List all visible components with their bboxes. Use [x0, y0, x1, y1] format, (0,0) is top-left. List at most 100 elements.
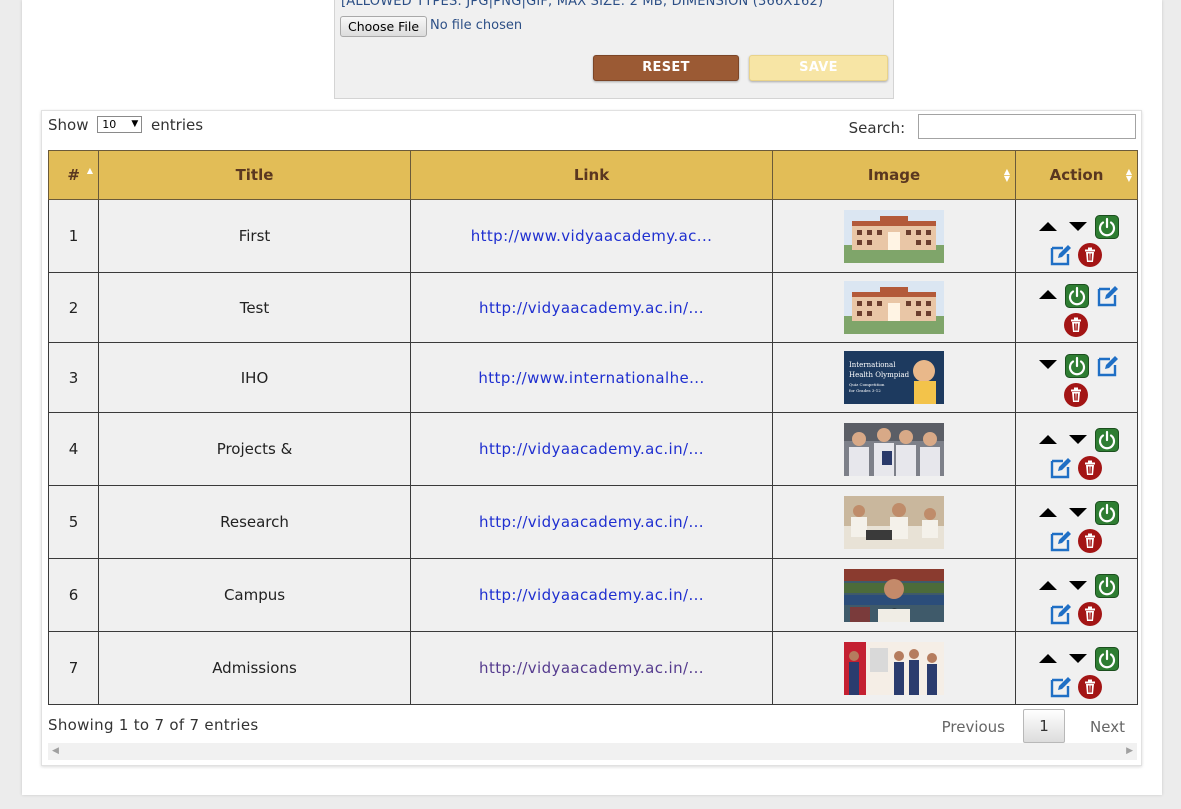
- column-header-num[interactable]: # ▲: [48, 150, 99, 200]
- table-header-row: # ▲ Title Link Image ▲ ▼ Action ▲ ▼: [48, 150, 1138, 200]
- move-up-icon[interactable]: [1038, 654, 1057, 663]
- search-input[interactable]: [918, 114, 1136, 139]
- move-up-icon[interactable]: [1038, 581, 1057, 590]
- move-up-icon[interactable]: [1038, 289, 1057, 299]
- row-link[interactable]: http://vidyaacademy.ac.in/...: [479, 440, 704, 458]
- cell-image: [772, 272, 1016, 343]
- cell-num: 2: [48, 272, 99, 343]
- table-row: 2 Test http://vidyaacademy.ac.in/...: [48, 272, 1138, 343]
- row-link[interactable]: http://vidyaacademy.ac.in/...: [479, 513, 704, 531]
- edit-icon[interactable]: [1049, 529, 1073, 553]
- table-row: 6 Campus http://vidyaacademy.ac.in/...: [48, 558, 1138, 632]
- row-link[interactable]: http://www.internationalhe...: [478, 369, 704, 387]
- delete-icon[interactable]: [1077, 528, 1102, 553]
- column-header-title-label: Title: [235, 166, 274, 184]
- cell-title: Research: [98, 485, 411, 559]
- cell-num: 4: [48, 412, 99, 486]
- banner-table-panel: Show 10 ▼ entries Search: # ▲ Title Link I…: [41, 110, 1142, 766]
- delete-icon[interactable]: [1063, 382, 1088, 407]
- cell-num: 6: [48, 558, 99, 632]
- row-link[interactable]: http://www.vidyaacademy.ac...: [471, 227, 713, 245]
- page-length-value: 10: [102, 118, 117, 131]
- move-up-icon[interactable]: [1038, 508, 1057, 517]
- delete-icon[interactable]: [1063, 312, 1088, 337]
- save-button[interactable]: SAVE: [749, 55, 888, 81]
- cell-title: Admissions: [98, 631, 411, 705]
- toggle-status-icon[interactable]: [1094, 647, 1119, 671]
- move-down-icon[interactable]: [1068, 581, 1087, 590]
- select-caret-icon: ▼: [131, 119, 139, 129]
- allowed-types-hint: [ALLOWED TYPES: JPG|PNG|GIF, MAX SIZE: 2…: [341, 0, 824, 9]
- scroll-right-icon[interactable]: ▶: [1126, 746, 1133, 756]
- move-down-icon[interactable]: [1068, 654, 1087, 663]
- horizontal-scrollbar[interactable]: ◀ ▶: [48, 743, 1137, 760]
- move-down-icon[interactable]: [1038, 359, 1057, 369]
- move-down-icon[interactable]: [1068, 508, 1087, 517]
- toggle-status-icon[interactable]: [1094, 574, 1119, 598]
- column-header-link[interactable]: Link: [410, 150, 773, 200]
- page-length-select[interactable]: 10 ▼: [97, 116, 143, 133]
- search-control: Search:: [849, 114, 1136, 139]
- page-1-button[interactable]: 1: [1023, 709, 1065, 743]
- sort-asc-icon: ▲: [86, 166, 93, 175]
- scroll-left-icon[interactable]: ◀: [52, 746, 59, 756]
- cell-num: 1: [48, 199, 99, 273]
- edit-icon[interactable]: [1049, 602, 1073, 626]
- row-actions: [1017, 492, 1137, 553]
- table-row: 1 First http://www.vidyaacademy.ac...: [48, 199, 1138, 273]
- move-up-icon[interactable]: [1038, 222, 1057, 231]
- column-header-action[interactable]: Action ▲ ▼: [1015, 150, 1138, 200]
- row-link[interactable]: http://vidyaacademy.ac.in/...: [479, 586, 704, 604]
- toggle-status-icon[interactable]: [1064, 283, 1089, 308]
- upload-form: [ALLOWED TYPES: JPG|PNG|GIF, MAX SIZE: 2…: [334, 0, 894, 99]
- cell-link: http://vidyaacademy.ac.in/...: [410, 558, 773, 632]
- cell-image: [772, 631, 1016, 705]
- toggle-status-icon[interactable]: [1094, 215, 1119, 239]
- reset-button[interactable]: RESET: [593, 55, 739, 81]
- delete-icon[interactable]: [1077, 242, 1102, 267]
- row-actions: [1017, 419, 1137, 480]
- toggle-status-icon[interactable]: [1094, 501, 1119, 525]
- row-thumbnail-image: [844, 209, 944, 263]
- next-page-button[interactable]: Next: [1090, 718, 1125, 736]
- previous-page-button[interactable]: Previous: [942, 718, 1005, 736]
- table-row: 4 Projects & http://vidyaacademy.ac.in/.…: [48, 412, 1138, 486]
- edit-icon[interactable]: [1096, 354, 1120, 378]
- delete-icon[interactable]: [1077, 674, 1102, 699]
- row-actions: [1017, 565, 1137, 626]
- row-actions: [1017, 348, 1137, 408]
- row-link[interactable]: http://vidyaacademy.ac.in/...: [479, 659, 704, 677]
- choose-file-button[interactable]: Choose File: [340, 16, 428, 37]
- toggle-status-icon[interactable]: [1094, 428, 1119, 452]
- delete-icon[interactable]: [1077, 601, 1102, 626]
- move-down-icon[interactable]: [1068, 222, 1087, 231]
- row-actions: [1017, 206, 1137, 267]
- cell-image: [772, 412, 1016, 486]
- edit-icon[interactable]: [1049, 243, 1073, 267]
- svg-text:International: International: [849, 361, 896, 369]
- edit-icon[interactable]: [1096, 284, 1120, 308]
- column-header-image[interactable]: Image ▲ ▼: [772, 150, 1016, 200]
- cell-image: [772, 199, 1016, 273]
- svg-text:for Grades 3-12: for Grades 3-12: [849, 388, 881, 393]
- edit-icon[interactable]: [1049, 675, 1073, 699]
- sort-both-icon: ▲ ▼: [1125, 167, 1132, 183]
- search-label: Search:: [848, 119, 906, 137]
- row-thumbnail-image: International Health Olympiad Quiz Competi…: [844, 351, 944, 404]
- delete-icon[interactable]: [1077, 455, 1102, 480]
- cell-link: http://vidyaacademy.ac.in/...: [410, 412, 773, 486]
- column-header-num-label: #: [67, 166, 80, 184]
- banner-table: # ▲ Title Link Image ▲ ▼ Action ▲ ▼ 1 First h…: [48, 150, 1138, 705]
- column-header-action-label: Action: [1049, 166, 1104, 184]
- no-file-text: No file chosen: [430, 18, 523, 33]
- cell-num: 7: [48, 631, 99, 705]
- cell-action: [1015, 272, 1138, 343]
- edit-icon[interactable]: [1049, 456, 1073, 480]
- move-down-icon[interactable]: [1068, 435, 1087, 444]
- move-up-icon[interactable]: [1038, 435, 1057, 444]
- column-header-title[interactable]: Title: [98, 150, 411, 200]
- pagination: Previous 1 Next: [913, 709, 1133, 743]
- row-link[interactable]: http://vidyaacademy.ac.in/...: [479, 299, 704, 317]
- toggle-status-icon[interactable]: [1064, 353, 1089, 378]
- cell-link: http://www.vidyaacademy.ac...: [410, 199, 773, 273]
